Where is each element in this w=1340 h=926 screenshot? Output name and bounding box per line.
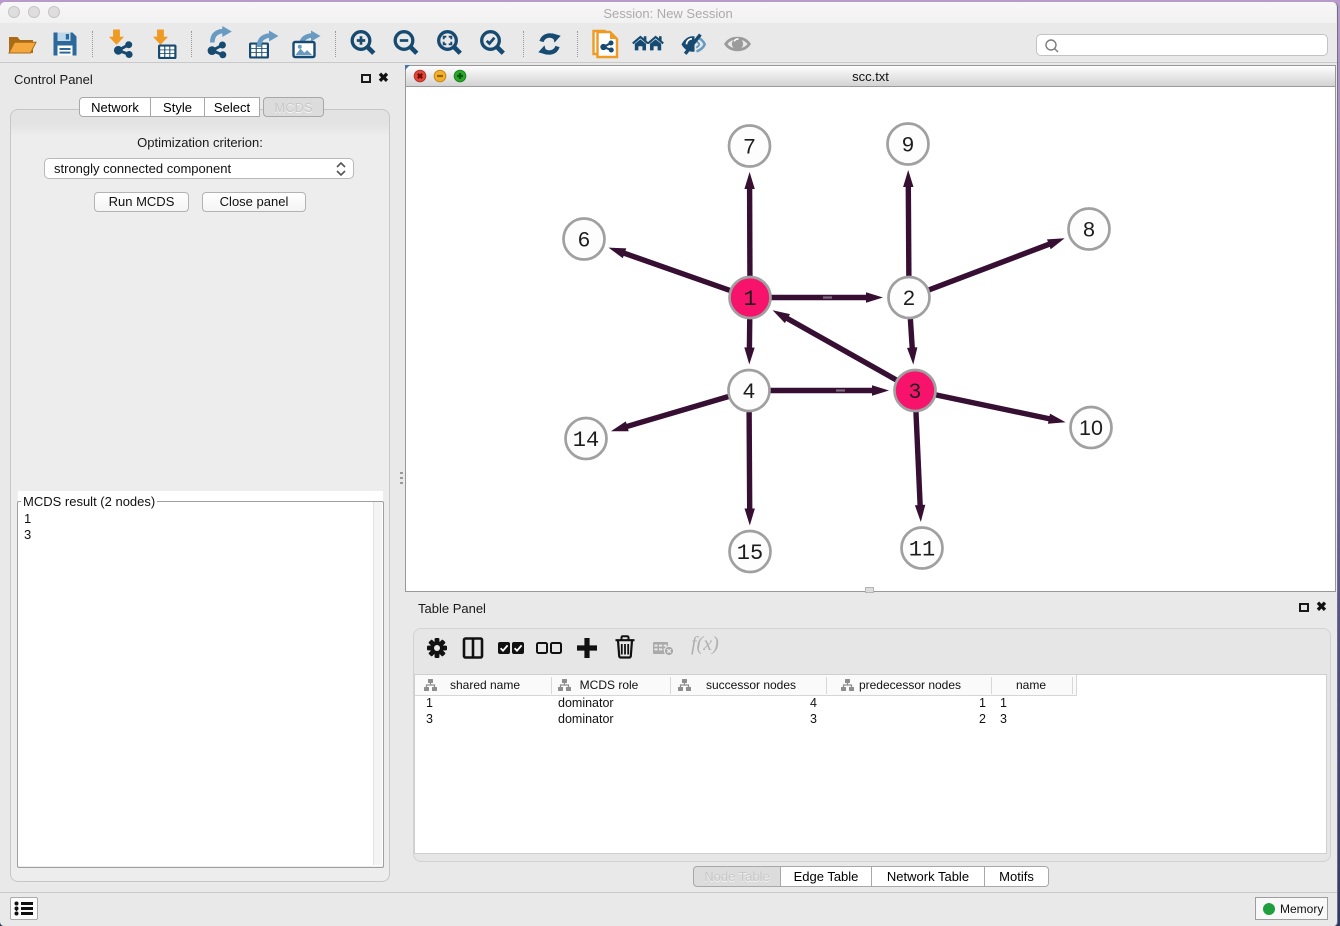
- svg-text:9: 9: [902, 133, 914, 157]
- svg-text:11: 11: [909, 538, 935, 563]
- svg-text:8: 8: [1083, 218, 1095, 242]
- svg-text:15: 15: [737, 541, 763, 566]
- svg-text:3: 3: [909, 379, 921, 403]
- svg-text:6: 6: [578, 228, 590, 252]
- svg-text:10: 10: [1079, 416, 1103, 440]
- svg-text:14: 14: [573, 428, 599, 453]
- svg-text:7: 7: [744, 135, 756, 159]
- svg-text:2: 2: [903, 286, 915, 310]
- svg-text:1: 1: [743, 287, 756, 312]
- svg-text:4: 4: [743, 379, 755, 403]
